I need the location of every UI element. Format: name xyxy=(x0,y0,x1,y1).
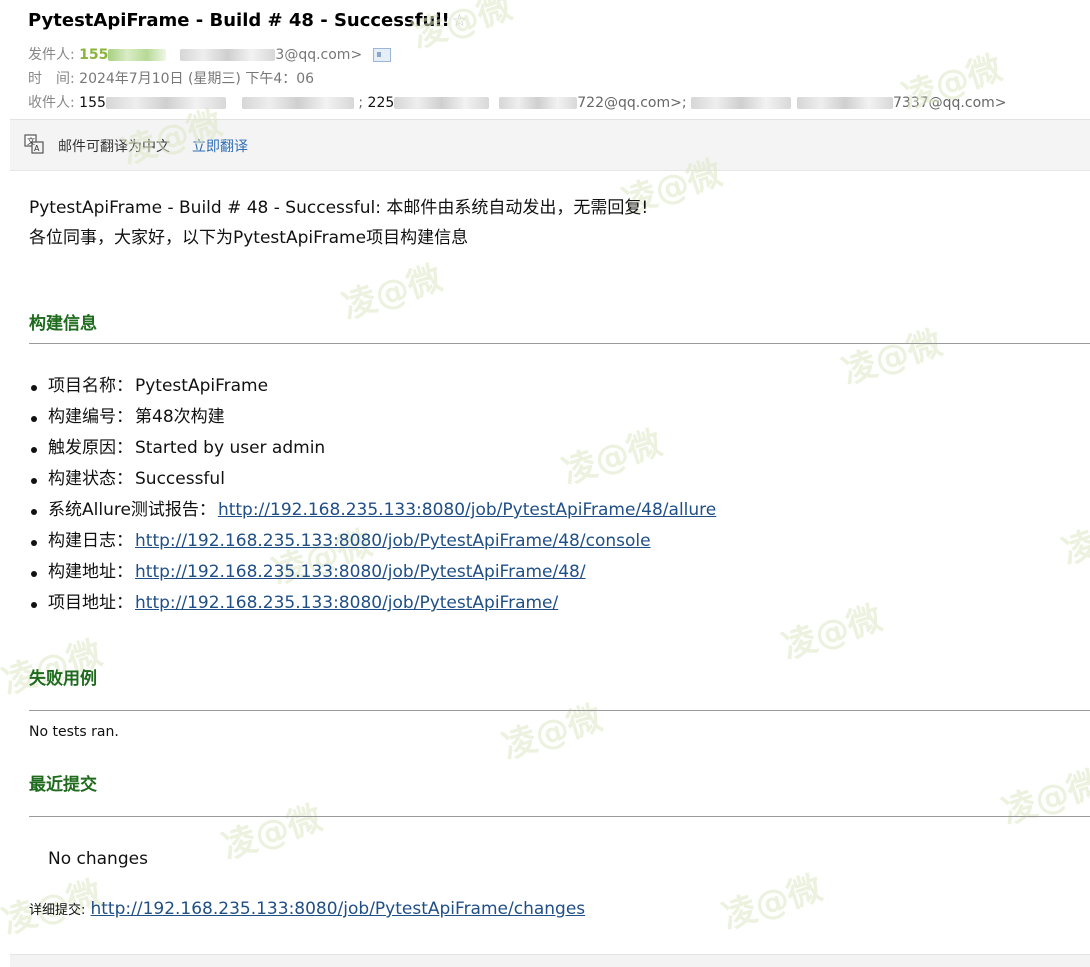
section-title-build-info: 构建信息 xyxy=(29,314,97,334)
divider xyxy=(29,710,1090,711)
redacted-sender xyxy=(108,49,167,61)
divider xyxy=(29,343,1090,344)
email-header: PytestApiFrame - Build # 48 - Successful… xyxy=(0,0,1090,118)
recipient-2[interactable]: 225 xyxy=(368,95,395,111)
item-value: Started by user admin xyxy=(135,438,326,458)
translate-bar: 文 A 邮件可翻译为中文 立即翻译 xyxy=(10,119,1090,171)
list-item: 项目地址： http://192.168.235.133:8080/job/Pyt… xyxy=(29,591,716,622)
item-value: Successful xyxy=(135,469,225,489)
sender-row: 发件人: 155 3@qq.com> xyxy=(28,44,391,64)
item-value: PytestApiFrame xyxy=(135,376,269,396)
sender-name[interactable]: 155 xyxy=(79,47,108,63)
section-title-failed-cases: 失败用例 xyxy=(29,669,97,689)
build-url-link[interactable]: http://192.168.235.133:8080/job/PytestAp… xyxy=(135,562,586,582)
item-value: 第48次构建 xyxy=(135,407,225,427)
redacted-sender-email xyxy=(180,49,276,61)
intro-line-2: 各位同事，大家好，以下为PytestApiFrame项目构建信息 xyxy=(29,228,469,248)
redacted-recipient-2b xyxy=(499,97,578,109)
watermark: 凌@微 xyxy=(717,868,827,938)
recipient-1[interactable]: 155 xyxy=(79,95,106,111)
item-label: 系统Allure测试报告： xyxy=(48,500,216,520)
watermark: 凌@微 xyxy=(337,258,447,328)
list-item: 构建编号： 第48次构建 xyxy=(29,405,716,436)
redacted-recipient-3 xyxy=(691,97,792,109)
watermark: 凌@微 xyxy=(497,698,607,768)
subject-text: PytestApiFrame - Build # 48 - Successful… xyxy=(28,10,450,31)
section-title-recent-commits: 最近提交 xyxy=(29,775,97,795)
watermark: 凌@微 xyxy=(217,798,327,868)
no-tests-text: No tests ran. xyxy=(29,724,119,740)
sender-label: 发件人: xyxy=(28,47,75,63)
recipient-1-end: ; xyxy=(353,95,364,111)
time-value: 2024年7月10日 (星期三) 下午4：06 xyxy=(79,71,315,87)
watermark: 凌@微 xyxy=(1057,503,1090,573)
recipients-row: 收件人: 155 ; 225 722@qq.com>; 7337@qq.com> xyxy=(28,92,1007,112)
item-label: 触发原因： xyxy=(48,438,133,458)
item-label: 构建状态： xyxy=(48,469,133,489)
build-log-link[interactable]: http://192.168.235.133:8080/job/PytestAp… xyxy=(135,531,651,551)
translate-icon[interactable]: 文 A xyxy=(24,134,44,154)
build-info-list: 项目名称： PytestApiFrame 构建编号： 第48次构建 触发原因： Sta… xyxy=(29,374,716,622)
sender-email-suffix: 3@qq.com> xyxy=(275,47,363,63)
translate-now-link[interactable]: 立即翻译 xyxy=(192,136,248,156)
recipient-2-end: 722@qq.com>; xyxy=(577,95,687,111)
list-item: 构建日志： http://192.168.235.133:8080/job/Pyt… xyxy=(29,529,716,560)
item-label: 构建地址： xyxy=(48,562,133,582)
watermark: 凌@微 xyxy=(777,598,887,668)
time-row: 时 间: 2024年7月10日 (星期三) 下午4：06 xyxy=(28,68,314,88)
time-label: 时 间: xyxy=(28,71,75,87)
redacted-recipient-1 xyxy=(105,97,226,109)
allure-report-link[interactable]: http://192.168.235.133:8080/job/PytestAp… xyxy=(218,500,716,520)
redacted-recipient-1b xyxy=(241,97,354,109)
redacted-recipient-3b xyxy=(797,97,894,109)
intro-line-1: PytestApiFrame - Build # 48 - Successful… xyxy=(29,198,649,218)
item-label: 项目名称： xyxy=(48,376,133,396)
watermark: 凌@微 xyxy=(997,763,1090,833)
redacted-recipient-2 xyxy=(394,97,490,109)
changes-link[interactable]: http://192.168.235.133:8080/job/PytestAp… xyxy=(90,899,585,919)
item-label: 构建日志： xyxy=(48,531,133,551)
list-item: 触发原因： Started by user admin xyxy=(29,436,716,467)
divider xyxy=(29,816,1090,817)
no-changes-text: No changes xyxy=(48,849,148,869)
footer-bar xyxy=(10,954,1090,967)
list-item: 构建地址： http://192.168.235.133:8080/job/Pyt… xyxy=(29,560,716,591)
list-item: 项目名称： PytestApiFrame xyxy=(29,374,716,405)
project-url-link[interactable]: http://192.168.235.133:8080/job/PytestAp… xyxy=(135,593,558,613)
recipient-3-end: 7337@qq.com> xyxy=(893,95,1007,111)
item-label: 项目地址： xyxy=(48,593,133,613)
star-icon[interactable]: ☆ xyxy=(452,11,467,31)
email-subject: PytestApiFrame - Build # 48 - Successful… xyxy=(28,10,467,31)
list-item: 构建状态： Successful xyxy=(29,467,716,498)
svg-text:A: A xyxy=(34,144,40,153)
detail-commit-label: 详细提交: xyxy=(29,903,86,918)
list-item: 系统Allure测试报告： http://192.168.235.133:8080… xyxy=(29,498,716,529)
detail-commit-row: 详细提交: http://192.168.235.133:8080/job/Py… xyxy=(29,899,585,919)
translate-hint: 邮件可翻译为中文 xyxy=(58,139,170,155)
recipients-label: 收件人: xyxy=(28,95,75,111)
item-label: 构建编号： xyxy=(48,407,133,427)
watermark: 凌@微 xyxy=(837,323,947,393)
contact-card-icon[interactable] xyxy=(372,48,391,62)
